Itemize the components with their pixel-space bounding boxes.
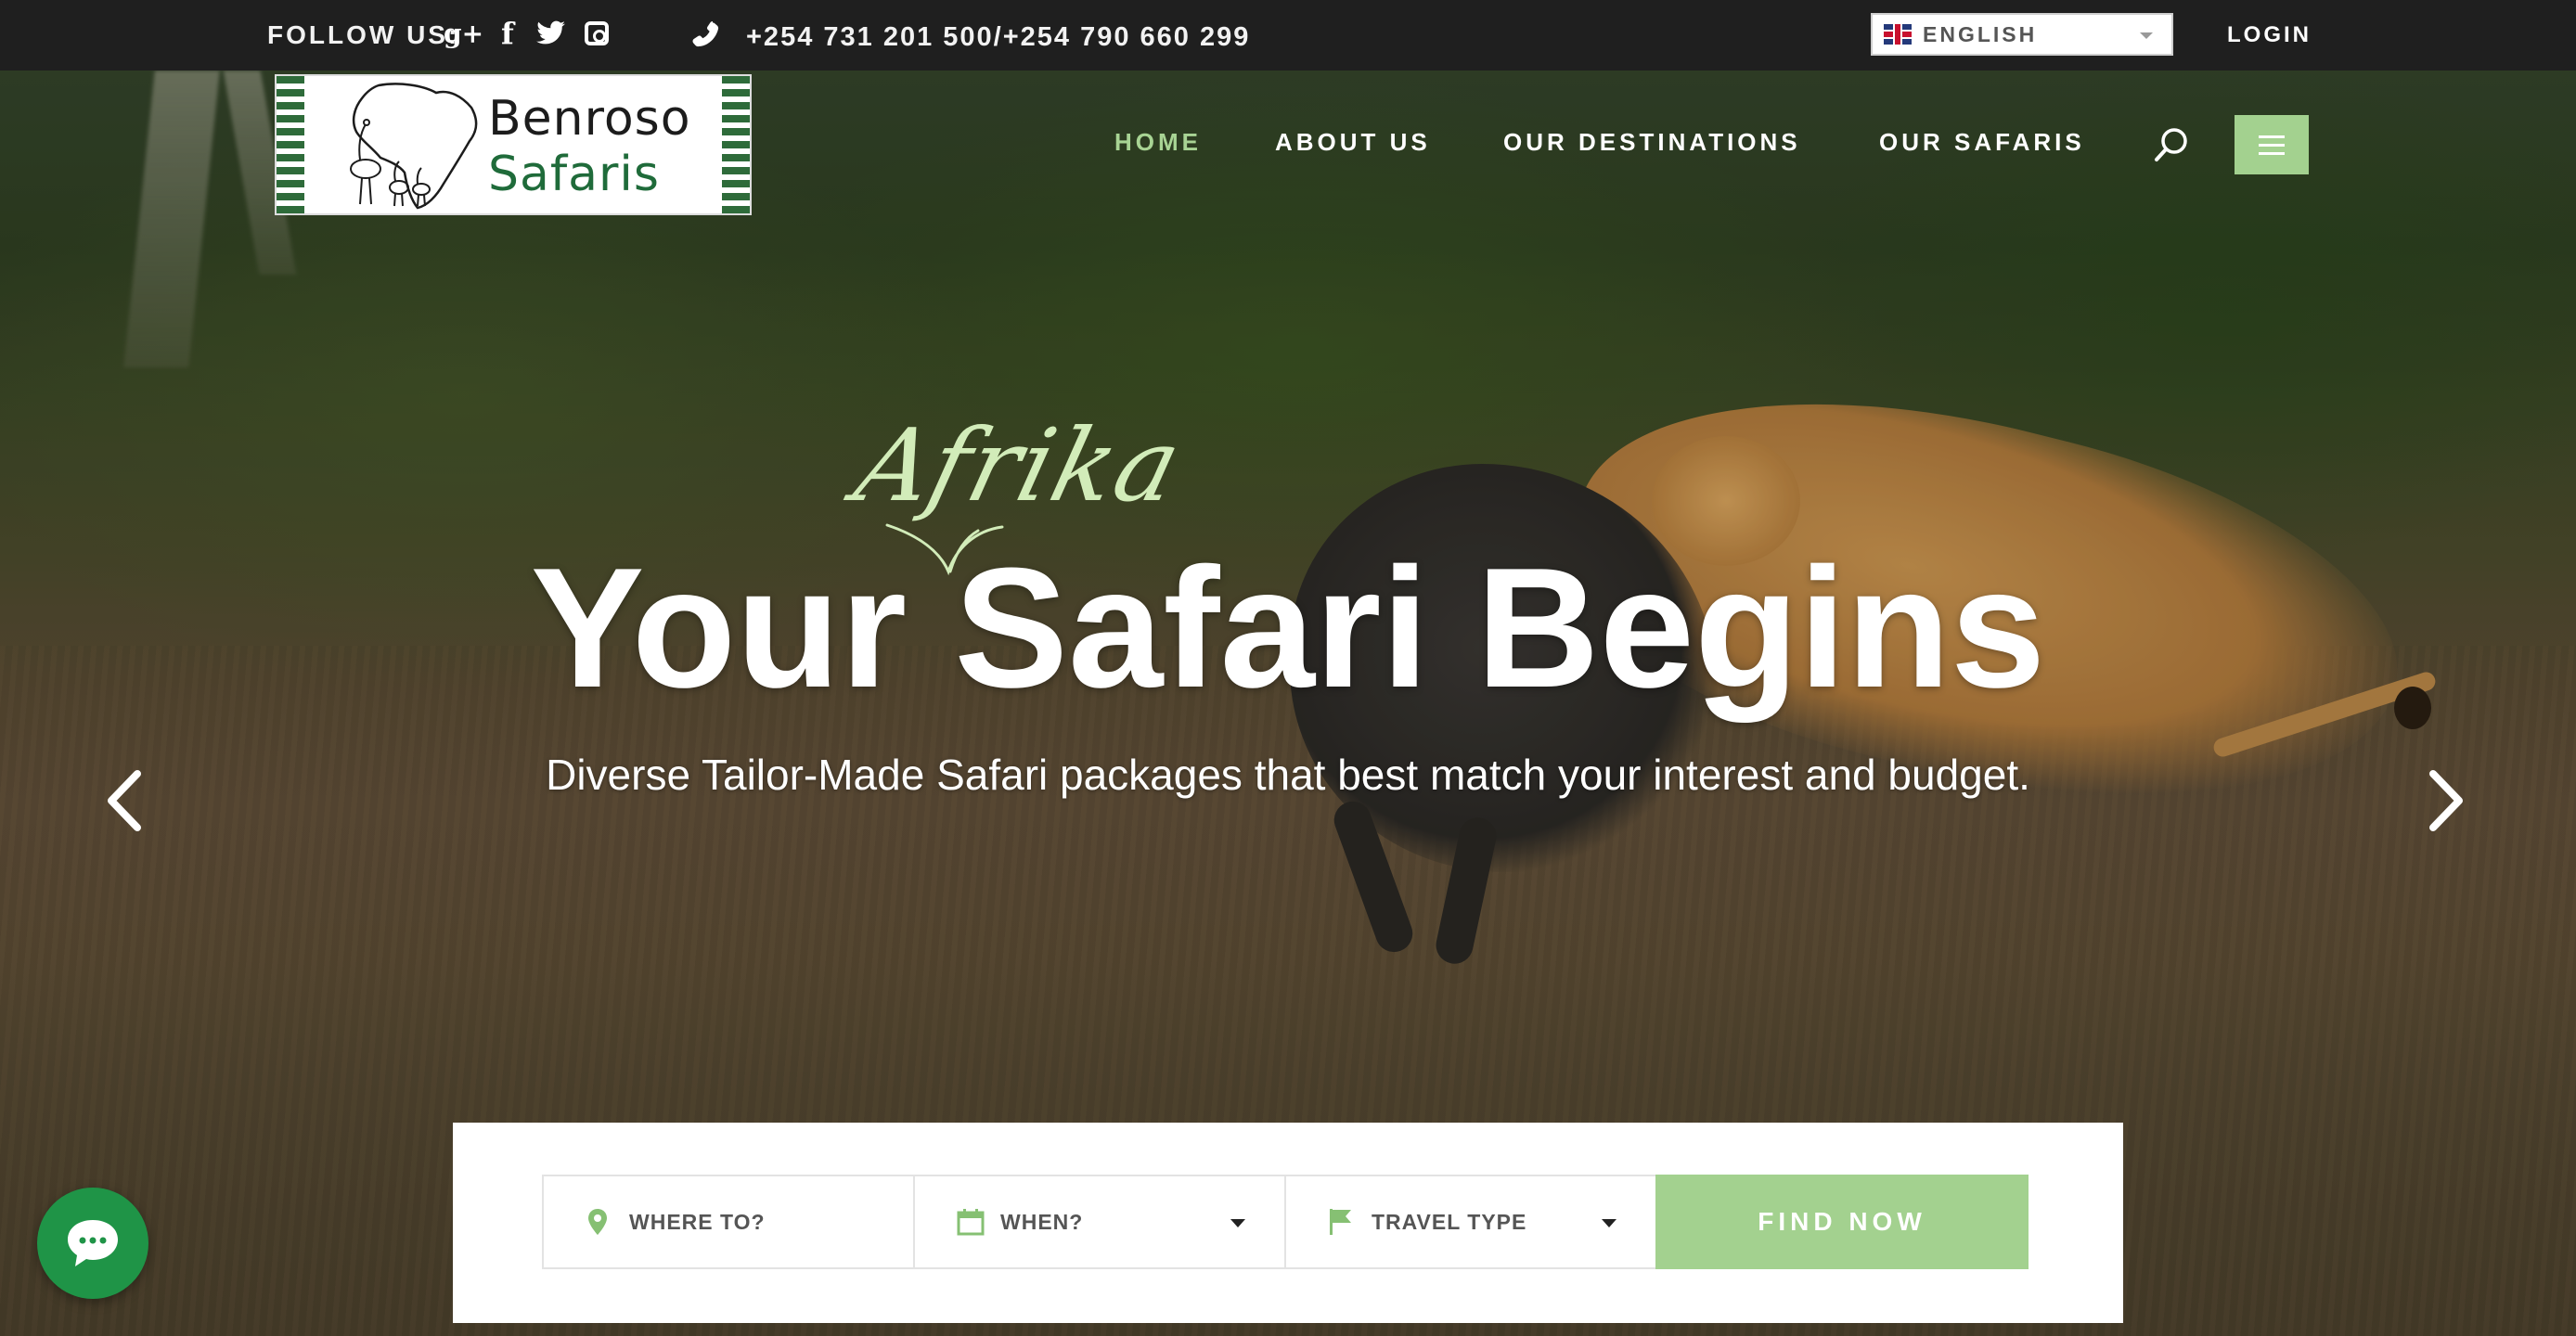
search-icon[interactable] [2153, 126, 2190, 163]
hamburger-menu-button[interactable] [2235, 115, 2309, 174]
menu-bar [2259, 143, 2285, 147]
logo-text-line2: Safaris [488, 147, 660, 202]
menu-bar [2259, 151, 2285, 155]
when-select[interactable]: WHEN? [913, 1175, 1286, 1269]
site-logo[interactable]: Benroso Safaris [275, 74, 752, 215]
login-link[interactable]: LOGIN [2227, 22, 2312, 48]
when-label: WHEN? [1000, 1209, 1084, 1234]
top-bar: FOLLOW US: g+ f +254 731 201 500/+254 79… [0, 0, 2576, 71]
where-to-placeholder: WHERE TO? [629, 1209, 766, 1234]
logo-pattern-border [277, 76, 304, 213]
hero-subtitle: Diverse Tailor-Made Safari packages that… [546, 751, 2030, 799]
chevron-down-icon [1230, 1219, 1245, 1227]
nav-item-our-destinations[interactable]: OUR DESTINATIONS [1503, 128, 1801, 157]
google-plus-icon[interactable]: g+ [444, 17, 483, 50]
slider-prev-arrow-icon[interactable] [98, 766, 154, 835]
language-selected-value: ENGLISH [1923, 21, 2038, 46]
hero-title: Your Safari Begins [530, 532, 2046, 723]
facebook-icon[interactable]: f [501, 16, 514, 51]
nav-item-home[interactable]: HOME [1114, 128, 1202, 157]
language-selector[interactable]: ENGLISH [1871, 13, 2173, 56]
slider-next-arrow-icon[interactable] [2416, 766, 2472, 835]
travel-type-select[interactable]: TRAVEL TYPE [1284, 1175, 1657, 1269]
safari-search-panel: WHERE TO? WHEN? TRAVEL TYPE FIND NOW [453, 1123, 2123, 1323]
menu-bar [2259, 135, 2285, 138]
hero-script-word: Afrika [844, 408, 1193, 524]
find-now-button[interactable]: FIND NOW [1655, 1175, 2029, 1269]
calendar-icon [956, 1207, 985, 1237]
africa-map-icon [350, 83, 478, 210]
travel-type-label: TRAVEL TYPE [1372, 1209, 1527, 1234]
chat-bubble-icon [68, 1220, 118, 1266]
uk-flag-icon [1884, 24, 1912, 45]
flag-icon [1327, 1207, 1353, 1237]
nav-item-about-us[interactable]: ABOUT US [1275, 128, 1431, 157]
instagram-icon[interactable] [585, 17, 609, 50]
map-pin-icon [585, 1207, 611, 1237]
phone-icon [689, 19, 720, 50]
follow-us-label: FOLLOW US: [267, 20, 460, 49]
chevron-down-icon [2140, 32, 2153, 39]
phone-number[interactable]: +254 731 201 500/+254 790 660 299 [746, 22, 1250, 53]
twitter-icon[interactable] [536, 17, 566, 50]
logo-pattern-border [722, 76, 750, 213]
nav-item-our-safaris[interactable]: OUR SAFARIS [1879, 128, 2085, 157]
live-chat-button[interactable] [37, 1188, 148, 1299]
where-to-input[interactable]: WHERE TO? [542, 1175, 915, 1269]
logo-text-line1: Benroso [488, 91, 691, 147]
chevron-down-icon [1602, 1219, 1616, 1227]
